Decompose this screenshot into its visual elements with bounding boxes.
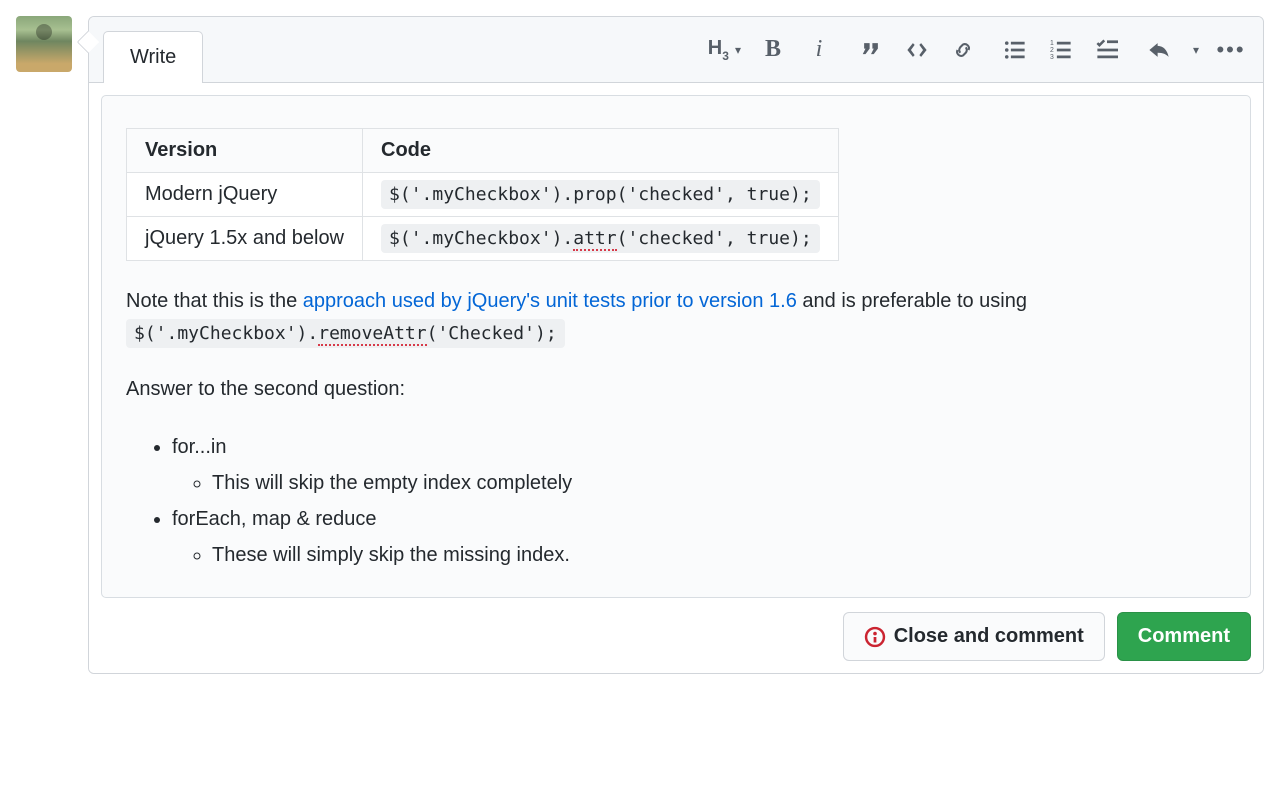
- table-row: jQuery 1.5x and below $('.myCheckbox').a…: [127, 217, 839, 261]
- answer-heading: Answer to the second question:: [126, 373, 1226, 405]
- chevron-down-icon: ▾: [733, 43, 741, 57]
- editor-toolbar: Write H3 ▾ B i: [89, 17, 1263, 83]
- svg-text:3: 3: [1050, 53, 1054, 60]
- version-cell: jQuery 1.5x and below: [127, 217, 363, 261]
- list-item: for...in This will skip the empty index …: [172, 429, 1226, 501]
- version-cell: Modern jQuery: [127, 173, 363, 217]
- ordered-list-button[interactable]: 123: [1047, 36, 1075, 64]
- table-row: Modern jQuery $('.myCheckbox').prop('che…: [127, 173, 839, 217]
- close-button-label: Close and comment: [894, 625, 1084, 648]
- code-comparison-table: Version Code Modern jQuery $('.myCheckbo…: [126, 128, 839, 261]
- note-paragraph: Note that this is the approach used by j…: [126, 285, 1226, 349]
- bold-button[interactable]: B: [759, 36, 787, 64]
- list-item: This will skip the empty index completel…: [212, 465, 1226, 501]
- user-avatar[interactable]: [16, 16, 72, 72]
- heading-label: H: [708, 37, 722, 59]
- unordered-list-button[interactable]: [1001, 36, 1029, 64]
- heading-dropdown[interactable]: H3 ▾: [708, 37, 741, 62]
- code-cell: $('.myCheckbox').attr('checked', true);: [381, 224, 820, 253]
- list-item: These will simply skip the missing index…: [212, 537, 1226, 573]
- inline-code: $('.myCheckbox').removeAttr('Checked');: [126, 319, 565, 348]
- close-and-comment-button[interactable]: Close and comment: [843, 612, 1105, 661]
- italic-button[interactable]: i: [805, 36, 833, 64]
- comment-editor: Write H3 ▾ B i: [88, 16, 1264, 674]
- table-header: Version: [127, 129, 363, 173]
- preview-content: Version Code Modern jQuery $('.myCheckbo…: [101, 95, 1251, 598]
- chevron-down-icon: ▾: [1191, 43, 1199, 57]
- jquery-tests-link[interactable]: approach used by jQuery's unit tests pri…: [303, 290, 797, 312]
- quote-button[interactable]: [857, 36, 885, 64]
- answer-list: for...in This will skip the empty index …: [126, 429, 1226, 573]
- link-button[interactable]: [949, 36, 977, 64]
- code-cell: $('.myCheckbox').prop('checked', true);: [381, 180, 820, 209]
- code-button[interactable]: [903, 36, 931, 64]
- list-item: forEach, map & reduce These will simply …: [172, 501, 1226, 573]
- action-bar: Close and comment Comment: [101, 598, 1251, 661]
- issue-closed-icon: [864, 626, 886, 648]
- comment-button[interactable]: Comment: [1117, 612, 1251, 661]
- reply-button[interactable]: [1145, 36, 1173, 64]
- task-list-button[interactable]: [1093, 36, 1121, 64]
- tab-write[interactable]: Write: [103, 31, 203, 83]
- comment-button-label: Comment: [1138, 625, 1230, 648]
- table-header: Code: [363, 129, 839, 173]
- more-actions-button[interactable]: •••: [1217, 36, 1245, 64]
